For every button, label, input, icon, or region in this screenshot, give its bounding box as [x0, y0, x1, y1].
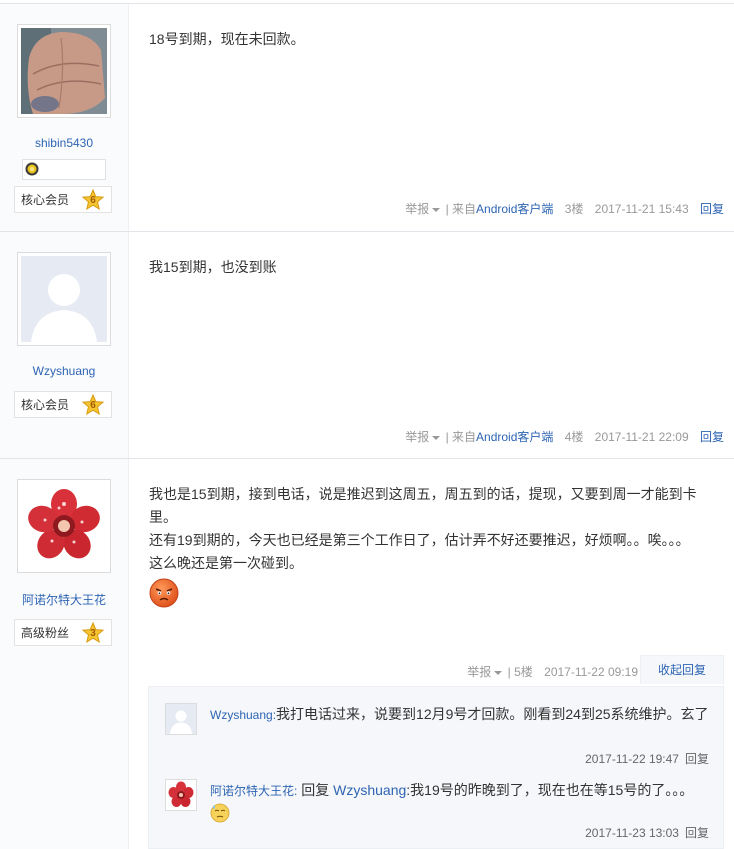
username[interactable]: Wzyshuang: [0, 364, 128, 378]
user-sidebar: 阿诺尔特大王花 高级粉丝 3: [0, 459, 129, 849]
post-content: 18号到期，现在未回款。 举报 | 来自Android客户端 3楼 2017-1…: [129, 4, 734, 234]
post-meta: 举报 | 来自Android客户端 4楼 2017-11-21 22:09 回复: [405, 426, 724, 449]
sub-reply-time: 2017-11-22 19:47: [585, 752, 679, 766]
sub-reply: Wzyshuang:我打电话过来，说要到12月9号才回款。刚看到24到25系统维…: [165, 703, 709, 773]
sub-reply-meta: 2017-11-23 13:03 回复: [585, 824, 709, 841]
sub-reply-time: 2017-11-23 13:03: [585, 826, 679, 840]
reply-button[interactable]: 回复: [685, 826, 709, 840]
avatar[interactable]: [165, 779, 197, 811]
sub-reply-text: 阿诺尔特大王花: 回复 Wzyshuang:我19号的昨晚到了，现在也在等15号…: [210, 779, 710, 823]
rank-badge[interactable]: 高级粉丝 3: [14, 619, 112, 646]
post-meta: 举报 | 5楼 2017-11-22 09:19: [467, 661, 638, 684]
report-link[interactable]: 举报: [405, 202, 429, 216]
avatar[interactable]: [17, 479, 111, 573]
sub-reply-meta: 2017-11-22 19:47 回复: [585, 750, 709, 767]
rank-level: 6: [90, 195, 96, 206]
username-link[interactable]: 阿诺尔特大王花: [22, 593, 106, 607]
sub-reply-text: Wzyshuang:我打电话过来，说要到12月9号才回款。刚看到24到25系统维…: [210, 703, 710, 726]
rank-level: 6: [90, 400, 96, 411]
username-link[interactable]: shibin5430: [35, 136, 93, 150]
avatar[interactable]: [165, 703, 197, 735]
source-label: | 来自: [445, 430, 477, 444]
reply-prefix: 回复: [301, 782, 330, 798]
default-user-avatar-icon: [21, 256, 107, 342]
post-text: 这么晚还是第一次碰到。: [149, 555, 303, 571]
floor-number: | 5楼: [507, 665, 533, 679]
chevron-down-icon[interactable]: [432, 207, 441, 212]
reply-to-user-link[interactable]: Wzyshuang: [333, 782, 406, 798]
sub-reply: 阿诺尔特大王花: 回复 Wzyshuang:我19号的昨晚到了，现在也在等15号…: [165, 779, 709, 849]
rank-star-icon: 3: [81, 621, 105, 644]
floor-number: 4楼: [564, 430, 584, 444]
rank-title: 高级粉丝: [21, 626, 70, 640]
reply-button[interactable]: 回复: [700, 430, 724, 444]
sweat-face-emoji-icon: [210, 803, 230, 823]
rank-badge[interactable]: 核心会员 6: [14, 186, 112, 213]
source-label: | 来自: [445, 202, 477, 216]
post-text: 我15到期，也没到账: [149, 259, 277, 275]
post-meta: 举报 | 来自Android客户端 3楼 2017-11-21 15:43 回复: [405, 198, 724, 221]
chevron-down-icon[interactable]: [494, 670, 503, 675]
client-link[interactable]: Android客户端: [476, 430, 553, 444]
avatar[interactable]: [17, 24, 111, 118]
report-link[interactable]: 举报: [405, 430, 429, 444]
collapse-replies-button[interactable]: 收起回复: [640, 655, 724, 684]
palm-photo-avatar-icon: [21, 28, 107, 114]
badge-medal-icon: [25, 162, 39, 176]
post-time: 2017-11-21 15:43: [594, 202, 689, 216]
sub-reply-author[interactable]: Wzyshuang:: [210, 708, 276, 722]
reply-button[interactable]: 回复: [685, 752, 709, 766]
rank-star-icon: 6: [81, 393, 105, 416]
post-time: 2017-11-22 09:19: [544, 665, 638, 679]
sub-reply-author[interactable]: 阿诺尔特大王花:: [210, 784, 297, 798]
user-sidebar: Wzyshuang 核心会员 6: [0, 232, 129, 458]
angry-face-emoji-icon: [149, 578, 179, 608]
user-sidebar: shibin5430 核心会员 6: [0, 4, 129, 234]
post-thread: shibin5430 核心会员 6 18号到期，现在未回款。 举报 | 来自An…: [0, 0, 734, 849]
client-link[interactable]: Android客户端: [476, 202, 553, 216]
rank-title: 核心会员: [21, 398, 70, 412]
reply-button[interactable]: 回复: [700, 202, 724, 216]
rank-title: 核心会员: [21, 193, 70, 207]
post-content: 我15到期，也没到账 举报 | 来自Android客户端 4楼 2017-11-…: [129, 232, 734, 458]
rank-badge[interactable]: 核心会员 6: [14, 391, 112, 418]
medal-box[interactable]: [22, 159, 106, 180]
username-link[interactable]: Wzyshuang: [33, 364, 96, 378]
post-floor-4: Wzyshuang 核心会员 6 我15到期，也没到账 举报 | 来自Andro…: [0, 231, 734, 458]
rank-star-icon: 6: [81, 188, 105, 211]
floor-number: 3楼: [564, 202, 584, 216]
username[interactable]: shibin5430: [0, 136, 128, 150]
chevron-down-icon[interactable]: [432, 435, 441, 440]
sub-reply-body: 我打电话过来，说要到12月9号才回款。刚看到24到25系统维护。玄了: [276, 706, 709, 722]
sub-reply-body: :我19号的昨晚到了，现在也在等15号的了。。。: [406, 782, 694, 798]
rafflesia-flower-avatar-icon: [166, 780, 196, 810]
sub-reply-panel: Wzyshuang:我打电话过来，说要到12月9号才回款。刚看到24到25系统维…: [148, 686, 724, 849]
post-text: 还有19到期的，今天也已经是第三个工作日了，估计弄不好还要推迟，好烦啊。。唉。。…: [149, 532, 690, 548]
username[interactable]: 阿诺尔特大王花: [0, 591, 128, 608]
rafflesia-flower-avatar-icon: [21, 483, 107, 569]
rank-level: 3: [90, 628, 96, 639]
post-time: 2017-11-21 22:09: [594, 430, 689, 444]
avatar[interactable]: [17, 252, 111, 346]
post-text: 18号到期，现在未回款。: [149, 31, 305, 47]
post-text: 我也是15到期，接到电话，说是推迟到这周五，周五到的话，提现，又要到周一才能到卡…: [149, 486, 697, 525]
report-link[interactable]: 举报: [467, 665, 491, 679]
post-floor-3: shibin5430 核心会员 6 18号到期，现在未回款。 举报 | 来自An…: [0, 3, 734, 234]
default-user-avatar-icon: [166, 704, 196, 734]
